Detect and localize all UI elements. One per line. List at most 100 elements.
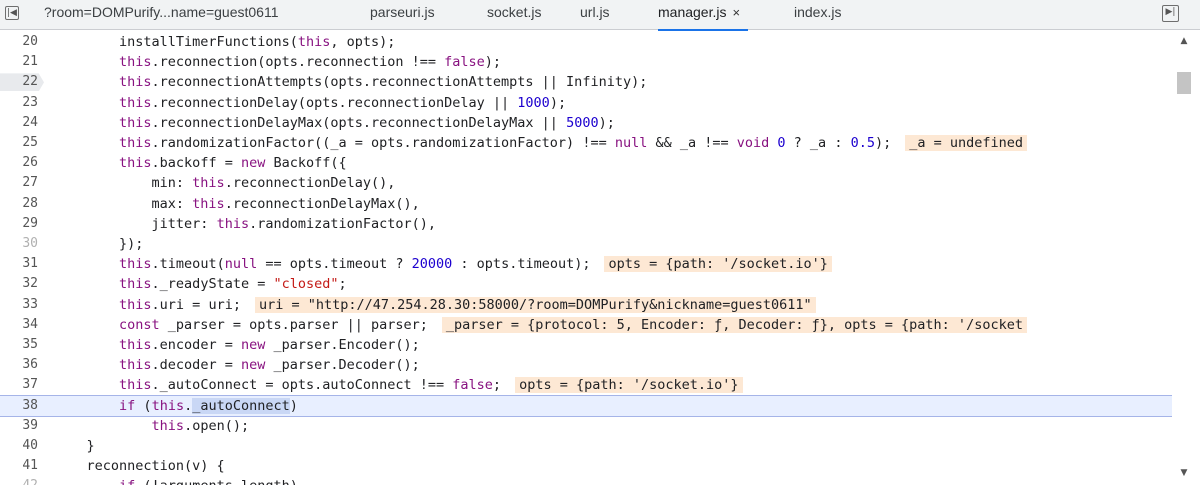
code-text: . xyxy=(184,397,193,414)
keyword: this xyxy=(119,256,152,273)
line-number[interactable]: 31 xyxy=(0,254,38,274)
vertical-scrollbar[interactable]: ▲ ▼ xyxy=(1172,30,1200,485)
tab-parseuri[interactable]: parseuri.js xyxy=(370,0,435,29)
tab-label: socket.js xyxy=(487,4,542,20)
code-line[interactable]: 30 }); xyxy=(0,234,1172,254)
keyword: this xyxy=(192,195,225,212)
code-line[interactable]: 25 this.randomizationFactor((_a = opts.r… xyxy=(0,133,1172,153)
tab-index[interactable]: index.js xyxy=(794,0,841,29)
line-number[interactable]: 26 xyxy=(0,153,38,173)
keyword: this xyxy=(119,135,152,151)
code-line[interactable]: 26 this.backoff = new Backoff({ xyxy=(0,153,1172,173)
code-text: max: xyxy=(54,195,193,212)
code-line[interactable]: 22 this.reconnectionAttempts(opts.reconn… xyxy=(0,72,1172,92)
tab-manager[interactable]: manager.js × xyxy=(658,0,749,31)
code-text: .reconnection(opts.reconnection !== xyxy=(151,54,445,71)
line-number[interactable]: 24 xyxy=(0,113,38,133)
line-number[interactable]: 41 xyxy=(0,456,38,476)
code-line[interactable]: 21 this.reconnection(opts.reconnection !… xyxy=(0,52,1172,72)
code-line[interactable]: 28 max: this.reconnectionDelayMax(), xyxy=(0,194,1172,214)
scrollbar-thumb[interactable] xyxy=(1177,72,1191,94)
code-content: this.reconnectionDelay(opts.reconnection… xyxy=(54,93,566,113)
code-editor[interactable]: 20 installTimerFunctions(this, opts); 21 … xyxy=(0,30,1200,485)
line-number[interactable]: 20 xyxy=(0,32,38,52)
code-line[interactable]: 35 this.encoder = new _parser.Encoder(); xyxy=(0,335,1172,355)
number-literal: 0 xyxy=(777,135,786,151)
code-line[interactable]: 36 this.decoder = new _parser.Decoder(); xyxy=(0,355,1172,375)
line-number[interactable]: 35 xyxy=(0,335,38,355)
line-number[interactable]: 21 xyxy=(0,52,38,72)
line-number[interactable]: 28 xyxy=(0,194,38,214)
code-line[interactable]: 37 this._autoConnect = opts.autoConnect … xyxy=(0,375,1172,395)
line-number[interactable]: 29 xyxy=(0,214,38,234)
code-content: max: this.reconnectionDelayMax(), xyxy=(54,194,420,214)
code-text: .randomizationFactor((_a = opts.randomiz… xyxy=(151,135,615,151)
code-line[interactable]: 38 if (this._autoConnect) xyxy=(0,394,1173,417)
keyword: this xyxy=(192,175,225,192)
code-line[interactable]: 32 this._readyState = "closed"; xyxy=(0,274,1172,294)
code-line[interactable]: 34 const _parser = opts.parser || parser… xyxy=(0,315,1172,335)
close-icon[interactable]: × xyxy=(732,5,740,20)
line-number[interactable]: 39 xyxy=(0,416,38,436)
code-line[interactable]: 39 this.open(); xyxy=(0,416,1172,436)
tab-label: manager.js xyxy=(658,4,727,20)
code-content: this.reconnectionDelayMax(opts.reconnect… xyxy=(54,113,615,133)
code-content: this.randomizationFactor((_a = opts.rand… xyxy=(54,133,1028,153)
keyword: new xyxy=(240,337,266,353)
code-text: : opts.timeout); xyxy=(452,256,591,273)
code-content: this.reconnection(opts.reconnection !== … xyxy=(54,52,501,72)
keyword: this xyxy=(151,397,185,414)
code-line[interactable]: 24 this.reconnectionDelayMax(opts.reconn… xyxy=(0,113,1172,133)
keyword: this xyxy=(119,296,152,313)
line-number[interactable]: 34 xyxy=(0,315,38,335)
line-number[interactable]: 42 xyxy=(0,476,38,485)
keyword: new xyxy=(240,155,266,172)
line-number[interactable]: 37 xyxy=(0,375,38,395)
line-number[interactable]: 38 xyxy=(0,396,38,416)
code-line[interactable]: 20 installTimerFunctions(this, opts); xyxy=(0,32,1172,52)
tab-socket[interactable]: socket.js xyxy=(487,0,541,29)
code-line[interactable]: 40 } xyxy=(0,436,1172,456)
line-number[interactable]: 22 xyxy=(0,72,38,92)
code-text: _parser = opts.parser || parser; xyxy=(159,316,428,333)
step-back-icon[interactable]: |◀ xyxy=(5,6,19,20)
inline-value-badge: opts = {path: '/socket.io'} xyxy=(515,377,743,394)
tab-room-page[interactable]: ?room=DOMPurify...name=guest0611 xyxy=(44,0,279,29)
code-text: ); xyxy=(484,54,502,71)
code-line[interactable]: 27 min: this.reconnectionDelay(), xyxy=(0,173,1172,193)
code-line[interactable]: 33 this.uri = uri; uri = "http://47.254.2… xyxy=(0,295,1172,315)
code-line[interactable]: 23 this.reconnectionDelay(opts.reconnect… xyxy=(0,93,1172,113)
code-text: .open(); xyxy=(184,417,250,434)
keyword: this xyxy=(119,54,152,71)
step-forward-icon[interactable]: ▶| xyxy=(1162,5,1179,22)
keyword: this xyxy=(119,357,152,374)
code-text: ) xyxy=(289,397,298,414)
line-number[interactable]: 27 xyxy=(0,173,38,193)
code-line[interactable]: 41 reconnection(v) { xyxy=(0,456,1172,476)
scroll-down-icon[interactable]: ▼ xyxy=(1178,468,1190,478)
code-text: ( xyxy=(135,397,152,414)
keyword: if xyxy=(119,397,136,414)
code-line[interactable]: 29 jitter: this.randomizationFactor(), xyxy=(0,214,1172,234)
keyword: this xyxy=(297,34,331,50)
code-content: const _parser = opts.parser || parser; _p… xyxy=(54,315,1027,335)
code-line[interactable]: 42 if (!arguments.length) xyxy=(0,476,1172,485)
line-number[interactable]: 32 xyxy=(0,274,38,294)
keyword: null xyxy=(614,135,648,151)
line-number[interactable]: 36 xyxy=(0,355,38,375)
line-number[interactable]: 40 xyxy=(0,436,38,456)
code-text: .timeout( xyxy=(151,256,225,273)
code-content: this.timeout(null == opts.timeout ? 2000… xyxy=(54,254,832,274)
number-literal: 5000 xyxy=(566,114,599,131)
line-number[interactable]: 30 xyxy=(0,234,38,254)
tab-url[interactable]: url.js xyxy=(580,0,610,29)
line-number[interactable]: 25 xyxy=(0,133,38,153)
code-content: this._readyState = "closed"; xyxy=(54,274,347,294)
line-number[interactable]: 33 xyxy=(0,295,38,315)
code-line[interactable]: 31 this.timeout(null == opts.timeout ? 2… xyxy=(0,254,1172,274)
line-number[interactable]: 23 xyxy=(0,93,38,113)
scroll-up-icon[interactable]: ▲ xyxy=(1178,36,1190,46)
